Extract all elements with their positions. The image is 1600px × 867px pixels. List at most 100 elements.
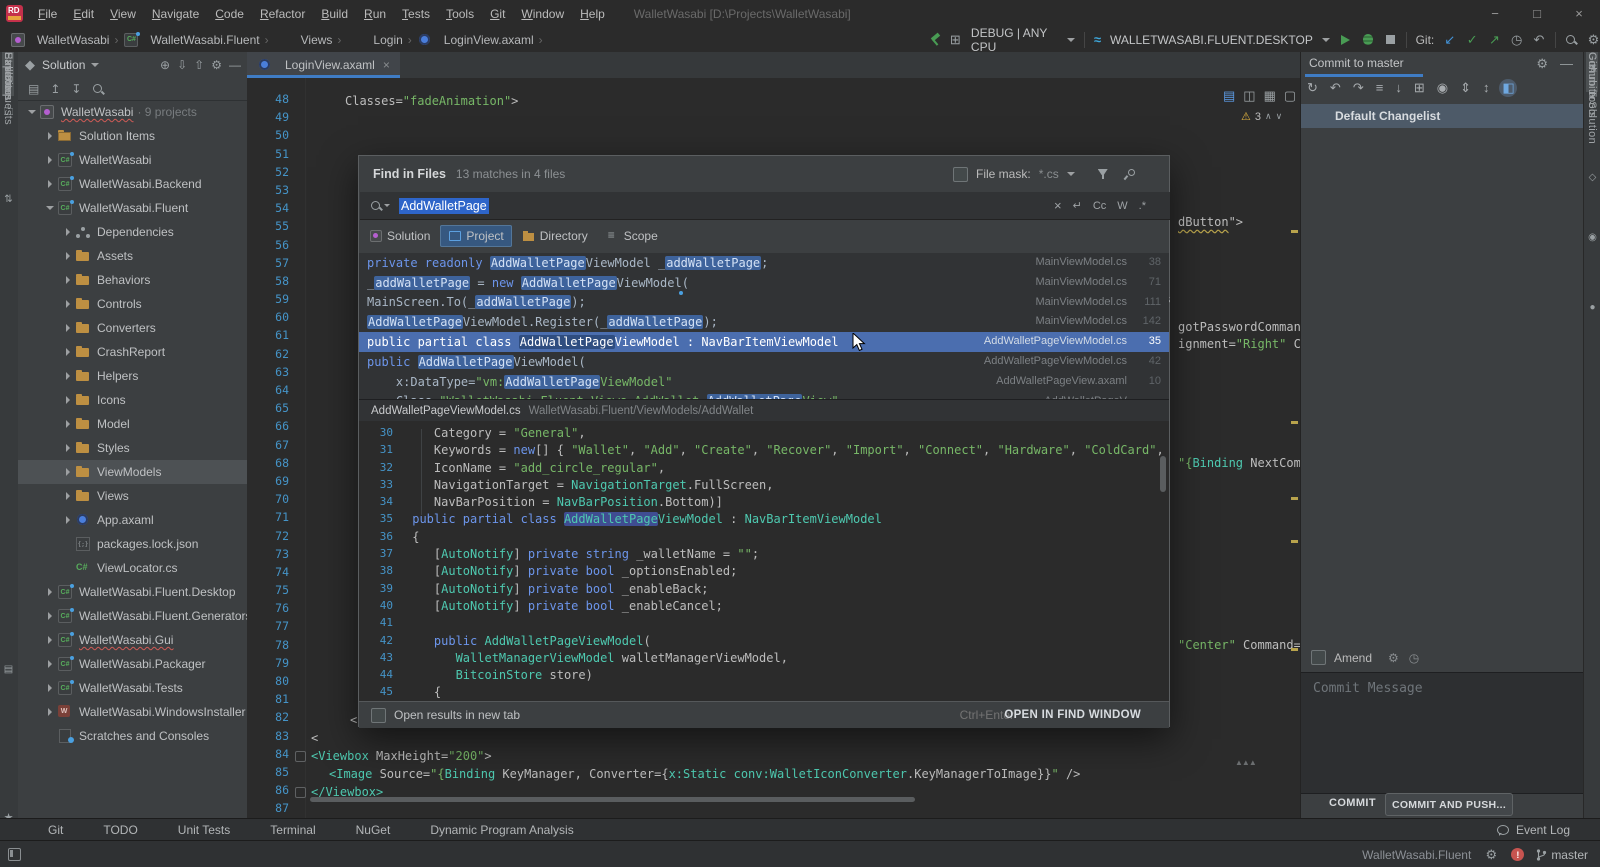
- expand-chevron-icon[interactable]: [60, 538, 75, 550]
- expand-chevron-icon[interactable]: [60, 418, 75, 430]
- tree-item[interactable]: Converters: [18, 316, 247, 340]
- event-log-button[interactable]: Event Log: [1497, 823, 1570, 837]
- code-line[interactable]: <: [311, 729, 318, 747]
- group-by-icon[interactable]: ⊞: [1414, 80, 1425, 96]
- debug-button[interactable]: [1363, 34, 1373, 45]
- tree-item[interactable]: Views: [18, 484, 247, 508]
- scroll-from-source-icon[interactable]: ▤: [28, 82, 39, 96]
- git-commit-icon[interactable]: ✓: [1466, 32, 1479, 48]
- menu-item[interactable]: Git: [483, 5, 512, 23]
- tree-item[interactable]: Model: [18, 412, 247, 436]
- scope-button[interactable]: Directory: [514, 225, 596, 247]
- build-hammer-icon[interactable]: [928, 33, 940, 47]
- search-option-toggle[interactable]: W: [1117, 200, 1127, 212]
- file-mask-checkbox[interactable]: [953, 167, 968, 182]
- expand-chevron-icon[interactable]: [60, 442, 75, 454]
- inspection-widget[interactable]: ⚠ 3 ∧ ∨: [1241, 110, 1282, 123]
- tool-strip-tab[interactable]: Github Tools: [1586, 52, 1598, 118]
- tree-item[interactable]: Styles: [18, 436, 247, 460]
- tree-item[interactable]: Dependencies: [18, 220, 247, 244]
- tree-item[interactable]: WalletWasabi.Backend: [18, 172, 247, 196]
- commit-message-field[interactable]: Commit Message: [1301, 672, 1583, 794]
- search-result-row[interactable]: AddWalletPageViewModel.Register(_addWall…: [359, 312, 1169, 332]
- expand-chevron-icon[interactable]: [42, 178, 57, 190]
- search-everywhere-icon[interactable]: [1565, 34, 1577, 46]
- horizontal-scrollbar[interactable]: [310, 797, 915, 802]
- tool-strip-tab[interactable]: Favorites: [2, 52, 14, 101]
- expand-chevron-icon[interactable]: [60, 370, 75, 382]
- expand-chevron-icon[interactable]: [42, 610, 57, 622]
- tool-window-button[interactable]: TODO: [85, 823, 137, 837]
- tree-item[interactable]: CrashReport: [18, 340, 247, 364]
- expand-chevron-icon[interactable]: [42, 706, 57, 718]
- preview-vertical-scrollbar[interactable]: [1160, 456, 1166, 492]
- git-update-icon[interactable]: ↙: [1443, 32, 1456, 48]
- rollback-icon[interactable]: ↶: [1330, 80, 1341, 96]
- history-icon[interactable]: ◷: [1510, 32, 1523, 48]
- expand-chevron-icon[interactable]: [42, 154, 57, 166]
- tree-item[interactable]: Controls: [18, 292, 247, 316]
- tree-item[interactable]: Assets: [18, 244, 247, 268]
- gear-icon[interactable]: ⚙: [1536, 56, 1548, 72]
- tree-item[interactable]: Solution Items: [18, 124, 247, 148]
- history-icon[interactable]: ◷: [1409, 651, 1419, 665]
- build-config-selector[interactable]: DEBUG | ANY CPU: [971, 26, 1058, 54]
- search-icon[interactable]: [92, 83, 104, 95]
- expand-all-icon[interactable]: ⇕: [1460, 80, 1471, 96]
- code-line[interactable]: Classes="fadeAnimation">: [345, 92, 518, 110]
- tool-window-button[interactable]: Git: [30, 823, 63, 837]
- expand-chevron-icon[interactable]: [60, 226, 75, 238]
- warning-stripe-mark[interactable]: [1291, 421, 1298, 424]
- expand-chevron-icon[interactable]: [60, 562, 75, 574]
- scope-button[interactable]: Solution: [361, 225, 438, 247]
- tree-item[interactable]: WalletWasabi.Fluent: [18, 196, 247, 220]
- gear-icon[interactable]: ⚙: [1388, 651, 1399, 665]
- expand-chevron-icon[interactable]: [60, 466, 75, 478]
- menu-item[interactable]: Edit: [66, 5, 101, 23]
- tree-item[interactable]: App.axaml: [18, 508, 247, 532]
- tool-window-button[interactable]: NuGet: [338, 823, 391, 837]
- code-line[interactable]: <Viewbox MaxHeight="200">: [311, 747, 492, 765]
- expand-chevron-icon[interactable]: [60, 346, 75, 358]
- menu-item[interactable]: Navigate: [145, 5, 206, 23]
- menu-item[interactable]: Help: [573, 5, 612, 23]
- tree-item[interactable]: Helpers: [18, 364, 247, 388]
- code-line[interactable]: "Center" Command="{B: [1178, 636, 1300, 654]
- warning-stripe-mark[interactable]: [1291, 648, 1298, 651]
- warning-stripe-mark[interactable]: [1291, 540, 1298, 543]
- hide-panel-icon[interactable]: —: [229, 58, 241, 72]
- tree-item[interactable]: WalletWasabi.Packager: [18, 652, 247, 676]
- commit-tab[interactable]: Commit to master: [1309, 56, 1404, 70]
- pin-icon[interactable]: [1123, 168, 1135, 180]
- file-mask-value[interactable]: *.cs: [1039, 167, 1059, 181]
- search-option-toggle[interactable]: .*: [1139, 200, 1146, 212]
- clear-search-icon[interactable]: ×: [1054, 198, 1062, 213]
- scope-button[interactable]: Project: [440, 225, 511, 247]
- settings-gear-icon[interactable]: ⚙: [1587, 32, 1600, 48]
- menu-item[interactable]: Code: [208, 5, 251, 23]
- preview-pane[interactable]: 30 Category = "General", 31 Keywords = n…: [359, 421, 1169, 701]
- tree-item[interactable]: ViewModels: [18, 460, 247, 484]
- code-line[interactable]: <Image Source="{Binding KeyManager, Conv…: [329, 765, 1080, 783]
- maximize-button[interactable]: □: [1516, 0, 1558, 27]
- tree-item[interactable]: ViewLocator.cs: [18, 556, 247, 580]
- expand-chevron-icon[interactable]: [42, 634, 57, 646]
- git-push-icon[interactable]: ↗: [1488, 32, 1501, 48]
- tree-item[interactable]: WalletWasabi.Tests: [18, 676, 247, 700]
- warning-stripe-mark[interactable]: [1291, 230, 1298, 233]
- expand-chevron-icon[interactable]: [24, 106, 39, 118]
- menu-item[interactable]: Window: [514, 5, 571, 23]
- preview-icon[interactable]: ▦: [1264, 88, 1276, 104]
- breadcrumb-item[interactable]: LoginView.axaml ›: [417, 33, 543, 47]
- open-results-checkbox[interactable]: [371, 708, 386, 723]
- chevron-down-icon[interactable]: [1067, 172, 1075, 176]
- chevron-down-icon[interactable]: [91, 63, 99, 67]
- menu-item[interactable]: Tools: [439, 5, 481, 23]
- menu-item[interactable]: Run: [357, 5, 393, 23]
- expand-chevron-icon[interactable]: [60, 514, 75, 526]
- menu-item[interactable]: View: [103, 5, 143, 23]
- tree-item[interactable]: Behaviors: [18, 268, 247, 292]
- breadcrumb-item[interactable]: Login ›: [346, 33, 411, 47]
- expand-all-icon[interactable]: ⇩: [177, 58, 187, 72]
- expand-chevron-icon[interactable]: [60, 322, 75, 334]
